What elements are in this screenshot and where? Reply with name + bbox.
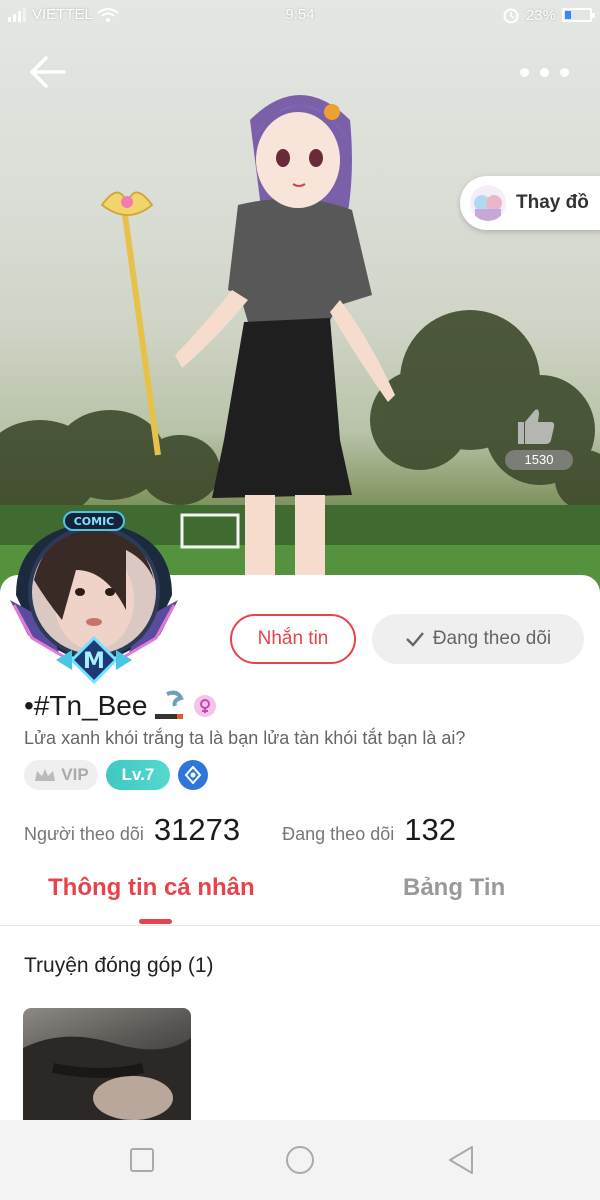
more-dots-icon [520,68,529,77]
like-widget[interactable]: 1530 [505,400,573,470]
following-button-label: Đang theo dõi [432,628,552,649]
avatar[interactable]: COMIC M [6,510,182,690]
followers-label: Người theo dõi [24,824,144,844]
profile-tabs: Thông tin cá nhân Bảng Tin [0,868,600,926]
battery-icon [562,8,595,22]
more-dot-2 [540,68,549,77]
circle-icon [286,1146,314,1174]
following-button[interactable]: Đang theo dõi [372,614,584,664]
more-dot-3 [560,68,569,77]
username: •#Tn_Bee [24,690,148,721]
status-right: 23% [502,6,595,24]
bio: Lửa xanh khói trắng ta là bạn lửa tàn kh… [24,728,466,748]
frame-emblem-letter: M [83,649,105,674]
tab-news-feed[interactable]: Bảng Tin [403,874,505,902]
home-button[interactable] [280,1142,320,1178]
battery-percent: 23% [525,6,556,24]
frame-badge-text: COMIC [74,515,115,528]
stats-row: Người theo dõi 31273 Đang theo dõi 132 [24,812,456,852]
contributions-title: Truyện đóng góp (1) [24,954,214,977]
vip-badge[interactable]: VIP [24,760,98,790]
level-badge[interactable]: Lv.7 [106,760,170,790]
thumbs-up-icon [518,409,555,444]
status-bar: VIETTEL 9:54 23% [0,0,600,30]
square-icon [130,1148,154,1172]
following-label: Đang theo dõi [282,824,395,844]
following-count[interactable]: 132 [404,812,456,848]
badges-row: VIP Lv.7 [24,760,208,790]
tab-indicator [139,919,172,924]
system-back-button[interactable] [442,1142,482,1178]
username-row: •#Tn_Bee [24,688,217,724]
system-nav-bar [0,1120,600,1200]
like-count: 1530 [505,450,573,470]
back-button[interactable] [26,52,70,92]
triangle-back-icon [449,1146,473,1174]
followers-count[interactable]: 31273 [154,812,240,848]
female-icon [194,695,217,717]
more-options-button[interactable] [516,60,572,84]
smoking-emoji-icon [155,690,185,719]
crown-icon [35,769,56,781]
message-button[interactable]: Nhắn tin [230,614,356,664]
achievement-badge-icon[interactable] [178,760,208,790]
arrow-left-icon [30,56,66,88]
outfit-avatar-icon [470,185,506,221]
tab-personal-info[interactable]: Thông tin cá nhân [48,874,255,902]
avatar-frame: COMIC M [10,511,178,685]
story-thumbnail [23,1036,191,1120]
change-outfit-button[interactable]: Thay đồ [460,176,600,230]
alarm-icon [503,8,519,24]
vip-label: VIP [61,765,89,784]
check-icon [405,632,424,647]
recent-apps-button[interactable] [122,1142,162,1178]
change-outfit-label: Thay đồ [516,192,589,213]
battery-fill [565,11,571,19]
story-card[interactable] [23,1008,191,1120]
